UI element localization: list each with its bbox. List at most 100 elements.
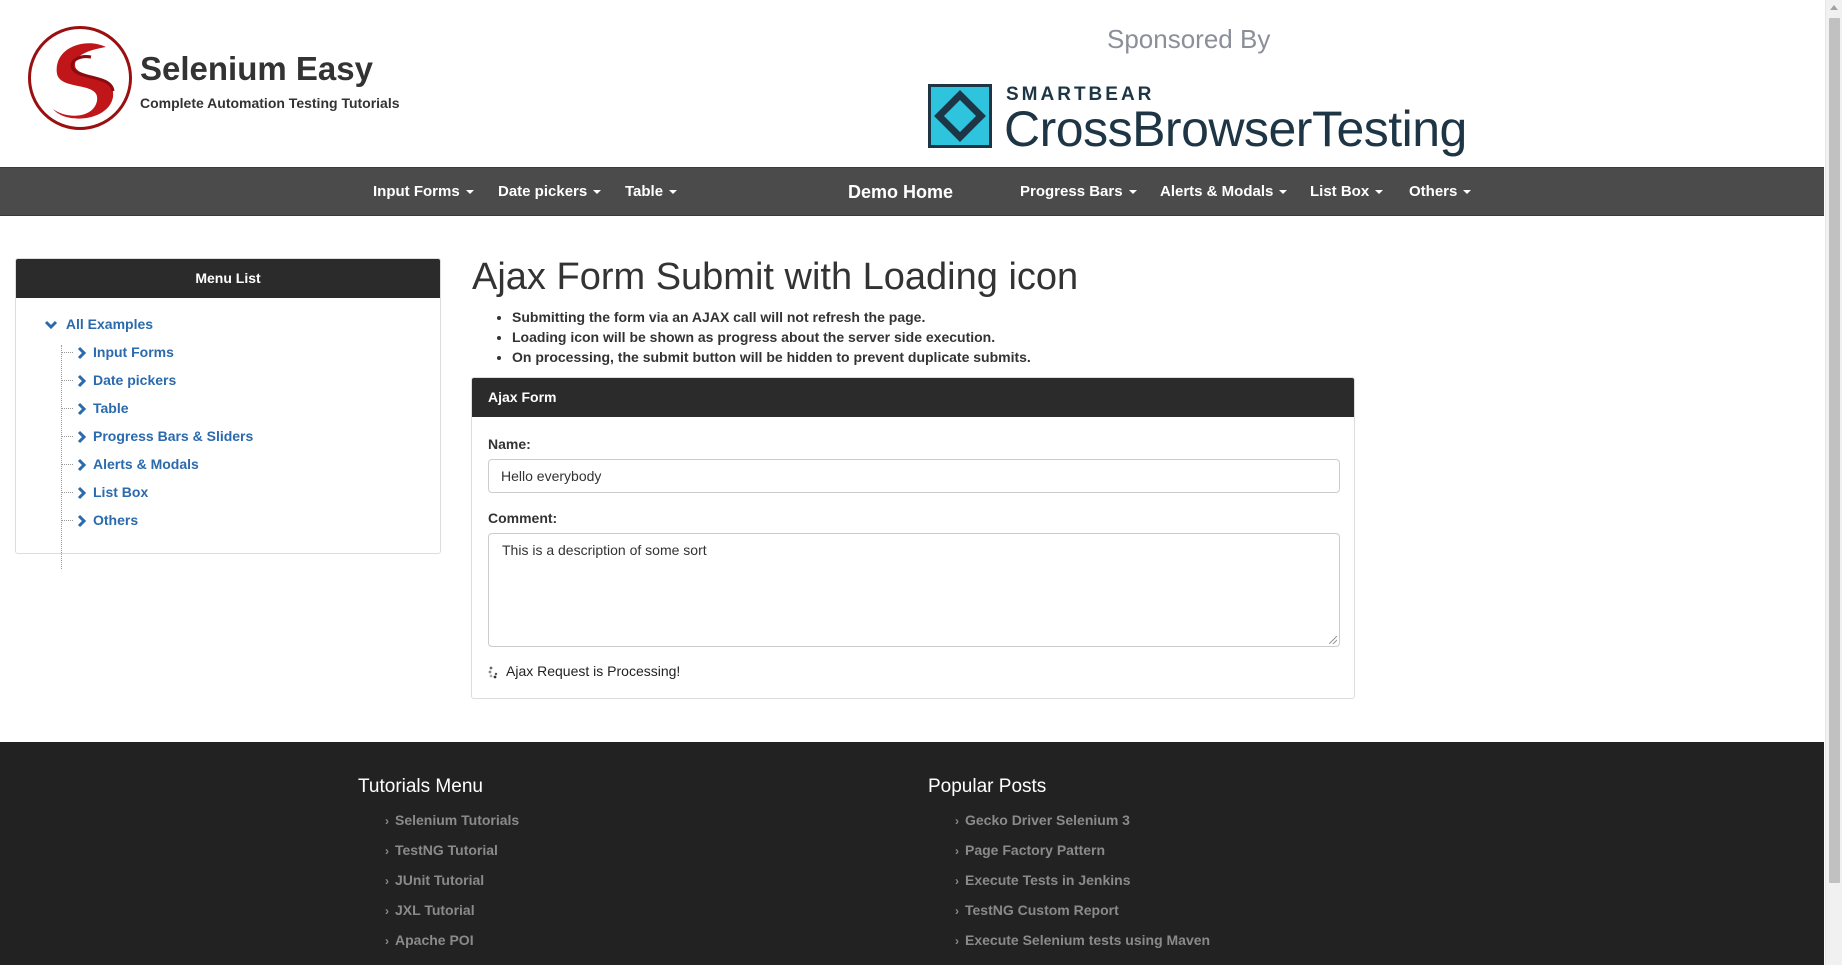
chevron-right-icon — [77, 374, 87, 387]
footer-link-label: TestNG Tutorial — [395, 842, 498, 858]
nav-label: Demo Home — [848, 182, 954, 202]
comment-textarea[interactable]: This is a description of some sort — [488, 533, 1340, 647]
chevron-right-icon — [77, 514, 87, 527]
angle-right-icon: › — [385, 844, 389, 858]
angle-right-icon: › — [385, 814, 389, 828]
page-title: Ajax Form Submit with Loading icon — [472, 256, 1079, 298]
description-list: Submitting the form via an AJAX call wil… — [512, 307, 1031, 367]
tree-item-input-forms[interactable]: Input Forms — [61, 344, 174, 364]
caret-down-icon — [669, 190, 678, 195]
footer-link-tutorial[interactable]: › JUnit Tutorial — [385, 872, 484, 888]
sponsor-product[interactable]: CrossBrowserTesting — [1004, 100, 1467, 158]
comment-text: This is a description of some sort — [502, 542, 707, 558]
site-header: Selenium Easy Complete Automation Testin… — [0, 0, 1824, 166]
nav-label: Others — [1409, 183, 1458, 200]
nav-others[interactable]: Others — [1409, 168, 1472, 217]
nav-label: List Box — [1310, 183, 1370, 200]
nav-date-pickers[interactable]: Date pickers — [498, 168, 602, 217]
name-label: Name: — [488, 436, 531, 452]
scrollbar-thumb[interactable] — [1829, 18, 1840, 883]
angle-right-icon: › — [385, 904, 389, 918]
tree-dash — [61, 352, 73, 354]
footer-link-tutorial[interactable]: › Selenium Tutorials — [385, 812, 519, 828]
description-item: Loading icon will be shown as progress a… — [512, 327, 1031, 347]
nav-demo-home[interactable]: Demo Home — [848, 168, 953, 217]
tree-item-table[interactable]: Table — [61, 400, 129, 420]
ajax-form-panel: Ajax Form Name: Hello everybody Comment:… — [471, 377, 1355, 699]
tree-item-label: Progress Bars & Sliders — [93, 428, 254, 444]
footer-link-post[interactable]: › Execute Tests in Jenkins — [955, 872, 1130, 888]
ajax-form-heading: Ajax Form — [472, 378, 1354, 417]
comment-label: Comment: — [488, 510, 558, 526]
name-input[interactable]: Hello everybody — [488, 459, 1340, 493]
footer-link-label: TestNG Custom Report — [965, 902, 1119, 918]
footer-link-label: Selenium Tutorials — [395, 812, 520, 828]
nav-input-forms[interactable]: Input Forms — [373, 168, 474, 217]
tree-root-all-examples[interactable]: All Examples — [44, 316, 153, 332]
chevron-right-icon — [77, 346, 87, 359]
caret-down-icon — [593, 190, 602, 195]
caret-down-icon — [465, 190, 474, 195]
nav-label: Date pickers — [498, 183, 588, 200]
tree-item-alerts-modals[interactable]: Alerts & Modals — [61, 456, 199, 476]
nav-progress-bars[interactable]: Progress Bars — [1020, 168, 1137, 217]
description-item: Submitting the form via an AJAX call wil… — [512, 307, 1031, 327]
tree-item-others[interactable]: Others — [61, 512, 138, 532]
chevron-right-icon — [77, 430, 87, 443]
tree-item-label: Alerts & Modals — [93, 456, 199, 472]
footer-link-post[interactable]: › TestNG Custom Report — [955, 902, 1119, 918]
nav-label: Alerts & Modals — [1160, 183, 1274, 200]
crossbrowsertesting-logo-icon[interactable] — [928, 84, 992, 148]
menu-list-panel: Menu List All Examples Input Forms Date … — [15, 258, 441, 569]
chevron-right-icon — [77, 458, 87, 471]
footer-link-label: Page Factory Pattern — [965, 842, 1106, 858]
page-scrollbar[interactable] — [1825, 0, 1842, 965]
footer-link-label: JUnit Tutorial — [395, 872, 485, 888]
tree-dash — [61, 436, 73, 438]
popular-posts-title: Popular Posts — [928, 776, 1047, 797]
tree-item-label: List Box — [93, 484, 149, 500]
footer-link-post[interactable]: › Execute Selenium tests using Maven — [955, 932, 1210, 948]
processing-text: Ajax Request is Processing! — [506, 663, 681, 679]
chevron-right-icon — [77, 486, 87, 499]
footer-link-label: Execute Selenium tests using Maven — [965, 932, 1211, 948]
angle-right-icon: › — [955, 844, 959, 858]
tree-item-date-pickers[interactable]: Date pickers — [61, 372, 176, 392]
footer-link-post[interactable]: › Gecko Driver Selenium 3 — [955, 812, 1130, 828]
scroll-up-arrow-icon[interactable] — [1830, 5, 1838, 10]
nav-label: Table — [625, 183, 664, 200]
footer-link-tutorial[interactable]: › Apache POI — [385, 932, 474, 948]
tree-item-list-box[interactable]: List Box — [61, 484, 148, 504]
footer-link-label: JXL Tutorial — [395, 902, 475, 918]
footer-link-tutorial[interactable]: › JXL Tutorial — [385, 902, 475, 918]
tree-item-label: Input Forms — [93, 344, 174, 360]
tree-dash — [61, 408, 73, 410]
nav-label: Progress Bars — [1020, 183, 1123, 200]
footer-link-post[interactable]: › Page Factory Pattern — [955, 842, 1105, 858]
tree-item-progress-bars[interactable]: Progress Bars & Sliders — [61, 428, 253, 448]
selenium-easy-logo[interactable] — [28, 26, 132, 130]
brand-title[interactable]: Selenium Easy — [140, 50, 373, 88]
processing-status: Ajax Request is Processing! — [488, 663, 680, 679]
brand-subtitle: Complete Automation Testing Tutorials — [140, 95, 400, 111]
nav-alerts-modals[interactable]: Alerts & Modals — [1160, 168, 1288, 217]
resize-handle-icon[interactable] — [1329, 636, 1337, 644]
angle-right-icon: › — [955, 934, 959, 948]
nav-list-box[interactable]: List Box — [1310, 168, 1384, 217]
nav-label: Input Forms — [373, 183, 460, 200]
footer-link-tutorial[interactable]: › TestNG Tutorial — [385, 842, 498, 858]
tree-dash — [61, 520, 73, 522]
caret-down-icon — [1375, 190, 1384, 195]
tree-item-label: Table — [93, 400, 129, 416]
footer-link-label: Execute Tests in Jenkins — [965, 872, 1131, 888]
spinner-icon — [488, 666, 498, 679]
tree-root-label: All Examples — [65, 316, 154, 332]
tree-dash — [61, 492, 73, 494]
tree-dash — [61, 464, 73, 466]
angle-right-icon: › — [955, 814, 959, 828]
description-item: On processing, the submit button will be… — [512, 347, 1031, 367]
site-footer: Tutorials Menu › Selenium Tutorials › Test… — [0, 742, 1824, 965]
tree-dash — [61, 380, 73, 382]
chevron-right-icon — [77, 402, 87, 415]
nav-table[interactable]: Table — [625, 168, 678, 217]
